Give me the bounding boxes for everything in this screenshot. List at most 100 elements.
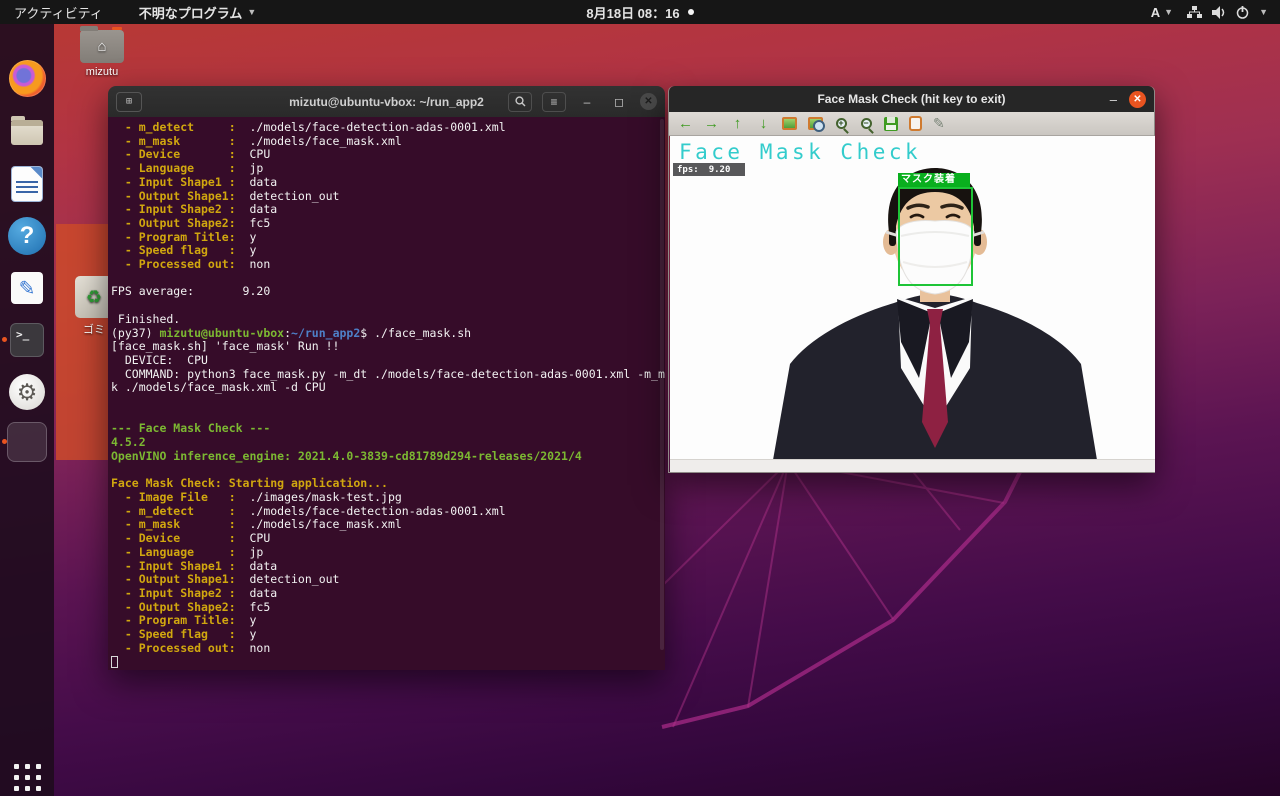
detection-label: マスク装着: [898, 173, 970, 187]
search-icon: [515, 96, 526, 107]
running-indicator-dot: [2, 337, 7, 342]
terminal-line: - Speed flag : y: [111, 244, 665, 258]
dock-item-unknown-app[interactable]: [7, 422, 47, 462]
libreoffice-writer-icon: [12, 167, 42, 201]
terminal-line: - Device : CPU: [111, 532, 665, 546]
terminal-line: - Input Shape1 : data: [111, 560, 665, 574]
show-applications-button[interactable]: [7, 757, 47, 796]
dock-item-help[interactable]: ?: [7, 216, 47, 256]
dock: ? ✎ >_ ⚙: [0, 24, 54, 796]
firefox-icon: [9, 60, 46, 97]
terminal-line: - Output Shape1: detection_out: [111, 190, 665, 204]
dock-item-text-editor[interactable]: ✎: [7, 268, 47, 308]
terminal-line: Finished.: [111, 313, 665, 327]
face-window-statusbar: [670, 459, 1155, 472]
terminal-line: - m_mask : ./models/face_mask.xml: [111, 518, 665, 532]
running-indicator-dot: [2, 439, 7, 444]
toolbar-image-icon[interactable]: [782, 117, 797, 130]
text-editor-icon: ✎: [11, 272, 43, 304]
terminal-line: [face_mask.sh] 'face_mask' Run !!: [111, 340, 665, 354]
notification-dot: [688, 9, 694, 15]
home-glyph: ⌂: [97, 38, 106, 55]
toolbar-up-icon[interactable]: ↑: [730, 115, 745, 132]
terminal-line: - Processed out: non: [111, 642, 665, 656]
fps-label: fps:: [677, 165, 699, 175]
toolbar-forward-icon[interactable]: →: [704, 115, 719, 132]
clock[interactable]: 8月18日 08：16: [586, 3, 679, 22]
terminal-line: [111, 272, 665, 286]
terminal-line: (py37) mizutu@ubuntu-vbox:~/run_app2$ ./…: [111, 327, 665, 341]
terminal-line: DEVICE: CPU: [111, 354, 665, 368]
unknown-app-icon: [7, 422, 47, 462]
dock-item-firefox[interactable]: [7, 58, 47, 98]
terminal-line: --- Face Mask Check ---: [111, 422, 665, 436]
terminal-line: - Input Shape1 : data: [111, 176, 665, 190]
home-folder-label: mizutu: [70, 66, 134, 78]
toolbar-zoom-fit-icon[interactable]: [808, 117, 823, 130]
terminal-line: - Device : CPU: [111, 148, 665, 162]
toolbar-save-icon[interactable]: [884, 117, 898, 131]
face-mask-check-window: Face Mask Check (hit key to exit) – ✕ ← →…: [668, 86, 1155, 473]
face-window-titlebar[interactable]: Face Mask Check (hit key to exit) – ✕: [669, 86, 1154, 112]
terminal-line: [111, 395, 665, 409]
terminal-line: - Program Title: y: [111, 614, 665, 628]
terminal-titlebar[interactable]: ⊞ mizutu@ubuntu-vbox: ~/run_app2 ≡ – ◻ ✕: [108, 86, 665, 117]
terminal-window: ⊞ mizutu@ubuntu-vbox: ~/run_app2 ≡ – ◻ ✕…: [108, 86, 665, 670]
close-button[interactable]: ✕: [640, 93, 657, 110]
minimize-button[interactable]: –: [576, 95, 598, 109]
face-window-title: Face Mask Check (hit key to exit): [669, 92, 1154, 106]
terminal-line: - Input Shape2 : data: [111, 203, 665, 217]
toolbar-brush-icon[interactable]: ✎: [933, 115, 945, 132]
terminal-line: - Speed flag : y: [111, 628, 665, 642]
toolbar-zoom-in-icon[interactable]: +: [834, 117, 848, 131]
terminal-line: OpenVINO inference_engine: 2021.4.0-3839…: [111, 450, 665, 464]
terminal-line: - Output Shape1: detection_out: [111, 573, 665, 587]
search-button[interactable]: [508, 92, 532, 112]
opencv-toolbar: ← → ↑ ↓ +− ✎: [669, 112, 1154, 136]
terminal-line: - Program Title: y: [111, 231, 665, 245]
terminal-line: [111, 655, 665, 669]
terminal-line: - m_detect : ./models/face-detection-ada…: [111, 505, 665, 519]
terminal-scrollbar[interactable]: [660, 119, 664, 650]
terminal-line: - Language : jp: [111, 162, 665, 176]
terminal-line: FPS average: 9.20: [111, 285, 665, 299]
maximize-button[interactable]: ◻: [608, 95, 630, 109]
desktop-icon-home[interactable]: ⌂ mizutu: [70, 30, 134, 78]
toolbar-zoom-out-icon[interactable]: −: [859, 117, 873, 131]
terminal-cursor: [111, 656, 118, 668]
settings-gear-icon: ⚙: [9, 374, 45, 410]
terminal-line: - m_mask : ./models/face_mask.xml: [111, 135, 665, 149]
terminal-line: - Processed out: non: [111, 258, 665, 272]
menu-button[interactable]: ≡: [542, 92, 566, 112]
overlay-title: Face Mask Check: [679, 140, 921, 164]
toolbar-down-icon[interactable]: ↓: [756, 115, 771, 132]
help-icon: ?: [8, 217, 46, 255]
dock-item-terminal[interactable]: >_: [7, 320, 47, 360]
terminal-line: COMMAND: python3 face_mask.py -m_dt ./mo…: [111, 368, 665, 382]
dock-item-libreoffice-writer[interactable]: [7, 164, 47, 204]
recycle-glyph: ♻: [86, 287, 102, 308]
fps-value: 9.20: [709, 165, 731, 175]
terminal-line: Face Mask Check: Starting application...: [111, 477, 665, 491]
detection-bounding-box: [898, 187, 973, 286]
close-button[interactable]: ✕: [1129, 91, 1146, 108]
show-apps-grid-icon: [14, 764, 41, 791]
toolbar-back-icon[interactable]: ←: [678, 115, 693, 132]
terminal-line: - Output Shape2: fc5: [111, 217, 665, 231]
new-tab-button[interactable]: ⊞: [116, 92, 142, 112]
terminal-line: [111, 299, 665, 313]
minimize-button[interactable]: –: [1110, 92, 1117, 107]
dock-item-settings[interactable]: ⚙: [7, 372, 47, 412]
camera-view: Face Mask Check fps: 9.20 マスク装着: [670, 136, 1155, 460]
terminal-line: - Input Shape2 : data: [111, 587, 665, 601]
terminal-line: [111, 409, 665, 423]
terminal-line: - Output Shape2: fc5: [111, 601, 665, 615]
terminal-line: 4.5.2: [111, 436, 665, 450]
dock-item-files[interactable]: [7, 112, 47, 152]
home-folder-icon: ⌂: [80, 30, 124, 63]
toolbar-properties-icon[interactable]: [909, 116, 922, 131]
terminal-output[interactable]: - m_detect : ./models/face-detection-ada…: [108, 117, 665, 670]
top-bar: アクティビティ 不明なプログラム ▼ 8月18日 08：16 A ▼ ▼: [0, 0, 1280, 24]
terminal-line: - Image File : ./images/mask-test.jpg: [111, 491, 665, 505]
files-icon: [11, 120, 43, 145]
